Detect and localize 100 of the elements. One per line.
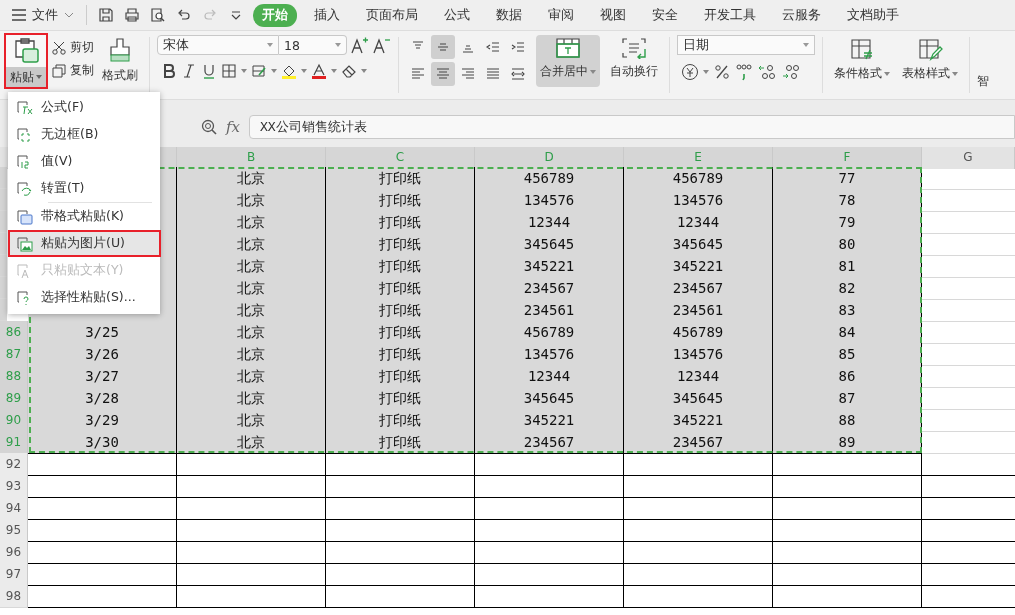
font-dropdown[interactable]: 宋体 <box>157 35 279 55</box>
menu-item[interactable]: 带格式粘贴(K) <box>8 203 160 230</box>
print-preview-icon[interactable] <box>150 7 166 23</box>
table-style-button[interactable]: 表格样式 <box>898 35 962 87</box>
function-label[interactable]: fx <box>226 117 240 136</box>
table-cell: 打印纸 <box>326 189 475 212</box>
table-cell: 3/26 <box>28 343 177 366</box>
table-cell: 打印纸 <box>326 277 475 300</box>
file-menu[interactable]: 文件 <box>12 6 74 24</box>
table-cell: 北京 <box>177 277 326 300</box>
wrap-text-icon <box>621 37 647 59</box>
align-button[interactable] <box>431 35 455 59</box>
caret-icon <box>241 69 247 73</box>
print-icon[interactable] <box>124 7 140 23</box>
ribbon-tab[interactable]: 视图 <box>591 3 635 27</box>
menu-item[interactable]: 粘贴为图片(U) <box>8 230 161 257</box>
fill-color-icon[interactable] <box>281 63 297 79</box>
font-color-icon[interactable] <box>311 63 327 79</box>
caret-icon <box>703 70 709 74</box>
table-cell: 打印纸 <box>326 321 475 344</box>
format-painter-button[interactable]: 格式刷 <box>98 35 142 87</box>
formula-field[interactable]: XX公司销售统计表 <box>249 114 1015 139</box>
decrease-font-icon[interactable] <box>373 36 391 54</box>
ribbon-tab[interactable]: 安全 <box>643 3 687 27</box>
clipboard-icon <box>16 179 34 198</box>
table-cell: 456789 <box>624 321 773 344</box>
ribbon-button[interactable]: 智 <box>977 35 989 87</box>
table-cell: 345645 <box>624 387 773 410</box>
table-cell: 345645 <box>475 233 624 256</box>
underline-icon[interactable] <box>201 63 217 79</box>
row-number[interactable]: 95 <box>0 519 28 542</box>
row-number[interactable]: 96 <box>0 541 28 564</box>
table-cell: 12344 <box>624 211 773 234</box>
column-header[interactable]: G <box>922 147 1015 169</box>
align-indent-icon <box>510 39 526 55</box>
ribbon-tab[interactable]: 页面布局 <box>357 3 427 27</box>
merge-center-button[interactable]: 合并居中 <box>536 35 600 87</box>
copy-button[interactable]: 复制 <box>52 62 94 79</box>
ribbon-tab[interactable]: 文档助手 <box>838 3 908 27</box>
table-cell: 456789 <box>475 321 624 344</box>
percent-icon[interactable] <box>713 63 731 81</box>
table-cell: 345221 <box>475 255 624 278</box>
table-cell: 84 <box>773 321 922 344</box>
caret-icon <box>36 75 42 79</box>
caret-icon <box>267 43 273 47</box>
table-cell: 134576 <box>475 343 624 366</box>
menu-item[interactable]: 值(V) <box>8 148 160 175</box>
table-cell: 134576 <box>624 189 773 212</box>
table-cell: 北京 <box>177 211 326 234</box>
borders-icon[interactable] <box>221 63 237 79</box>
font-size-dropdown[interactable]: 18 <box>279 35 347 55</box>
zoom-icon[interactable] <box>201 118 217 135</box>
save-icon[interactable] <box>98 7 114 23</box>
merge-cells-icon <box>555 37 581 59</box>
undo-icon[interactable] <box>176 7 192 23</box>
decrease-decimal-icon[interactable] <box>781 63 801 81</box>
thousands-separator-icon[interactable] <box>735 63 753 81</box>
row-number[interactable]: 92 <box>0 453 28 476</box>
conditional-format-button[interactable]: 条件格式 <box>830 35 894 87</box>
wrap-text-button[interactable]: 自动换行 <box>606 35 662 87</box>
table-cell: 打印纸 <box>326 409 475 432</box>
bold-icon[interactable] <box>161 63 177 79</box>
table-cell: 打印纸 <box>326 431 475 454</box>
menu-item[interactable]: 公式(F) <box>8 94 160 121</box>
caret-icon <box>952 71 958 76</box>
row-number[interactable]: 98 <box>0 585 28 608</box>
paste-button[interactable]: 粘贴 <box>4 33 48 89</box>
ribbon-tab[interactable]: 插入 <box>305 3 349 27</box>
italic-icon[interactable] <box>181 63 197 79</box>
align-lines-icon <box>510 66 526 82</box>
number-format-dropdown[interactable]: 日期 <box>677 35 815 55</box>
align-lines-icon <box>410 66 426 82</box>
eraser-icon[interactable] <box>341 63 357 79</box>
increase-decimal-icon[interactable] <box>757 63 777 81</box>
row-number[interactable]: 94 <box>0 497 28 520</box>
align-button[interactable] <box>431 62 455 86</box>
currency-icon[interactable] <box>681 63 699 81</box>
increase-font-icon[interactable] <box>351 36 369 54</box>
ribbon-tab[interactable]: 公式 <box>435 3 479 27</box>
table-cell: 12344 <box>624 365 773 388</box>
row-number[interactable]: 97 <box>0 563 28 586</box>
table-cell: 打印纸 <box>326 365 475 388</box>
table-cell: 234567 <box>624 431 773 454</box>
row-number[interactable]: 93 <box>0 475 28 498</box>
align-lines-icon <box>435 66 451 82</box>
table-cell: 12344 <box>475 211 624 234</box>
table-cell: 88 <box>773 409 922 432</box>
table-not-equal-icon <box>849 37 875 61</box>
ribbon-tab[interactable]: 审阅 <box>539 3 583 27</box>
table-cell: 打印纸 <box>326 255 475 278</box>
ribbon-tab[interactable]: 数据 <box>487 3 531 27</box>
cut-button[interactable]: 剪切 <box>52 39 94 56</box>
ribbon-tab[interactable]: 开发工具 <box>695 3 765 27</box>
menu-item[interactable]: 选择性粘贴(S)... <box>8 284 160 311</box>
table-cell: 12344 <box>475 365 624 388</box>
fill-pattern-icon[interactable] <box>251 63 267 79</box>
scissors-icon <box>52 40 66 55</box>
ribbon-tab[interactable]: 云服务 <box>773 3 830 27</box>
menu-item[interactable]: 无边框(B) <box>8 121 160 148</box>
menu-item[interactable]: 转置(T) <box>8 175 160 202</box>
